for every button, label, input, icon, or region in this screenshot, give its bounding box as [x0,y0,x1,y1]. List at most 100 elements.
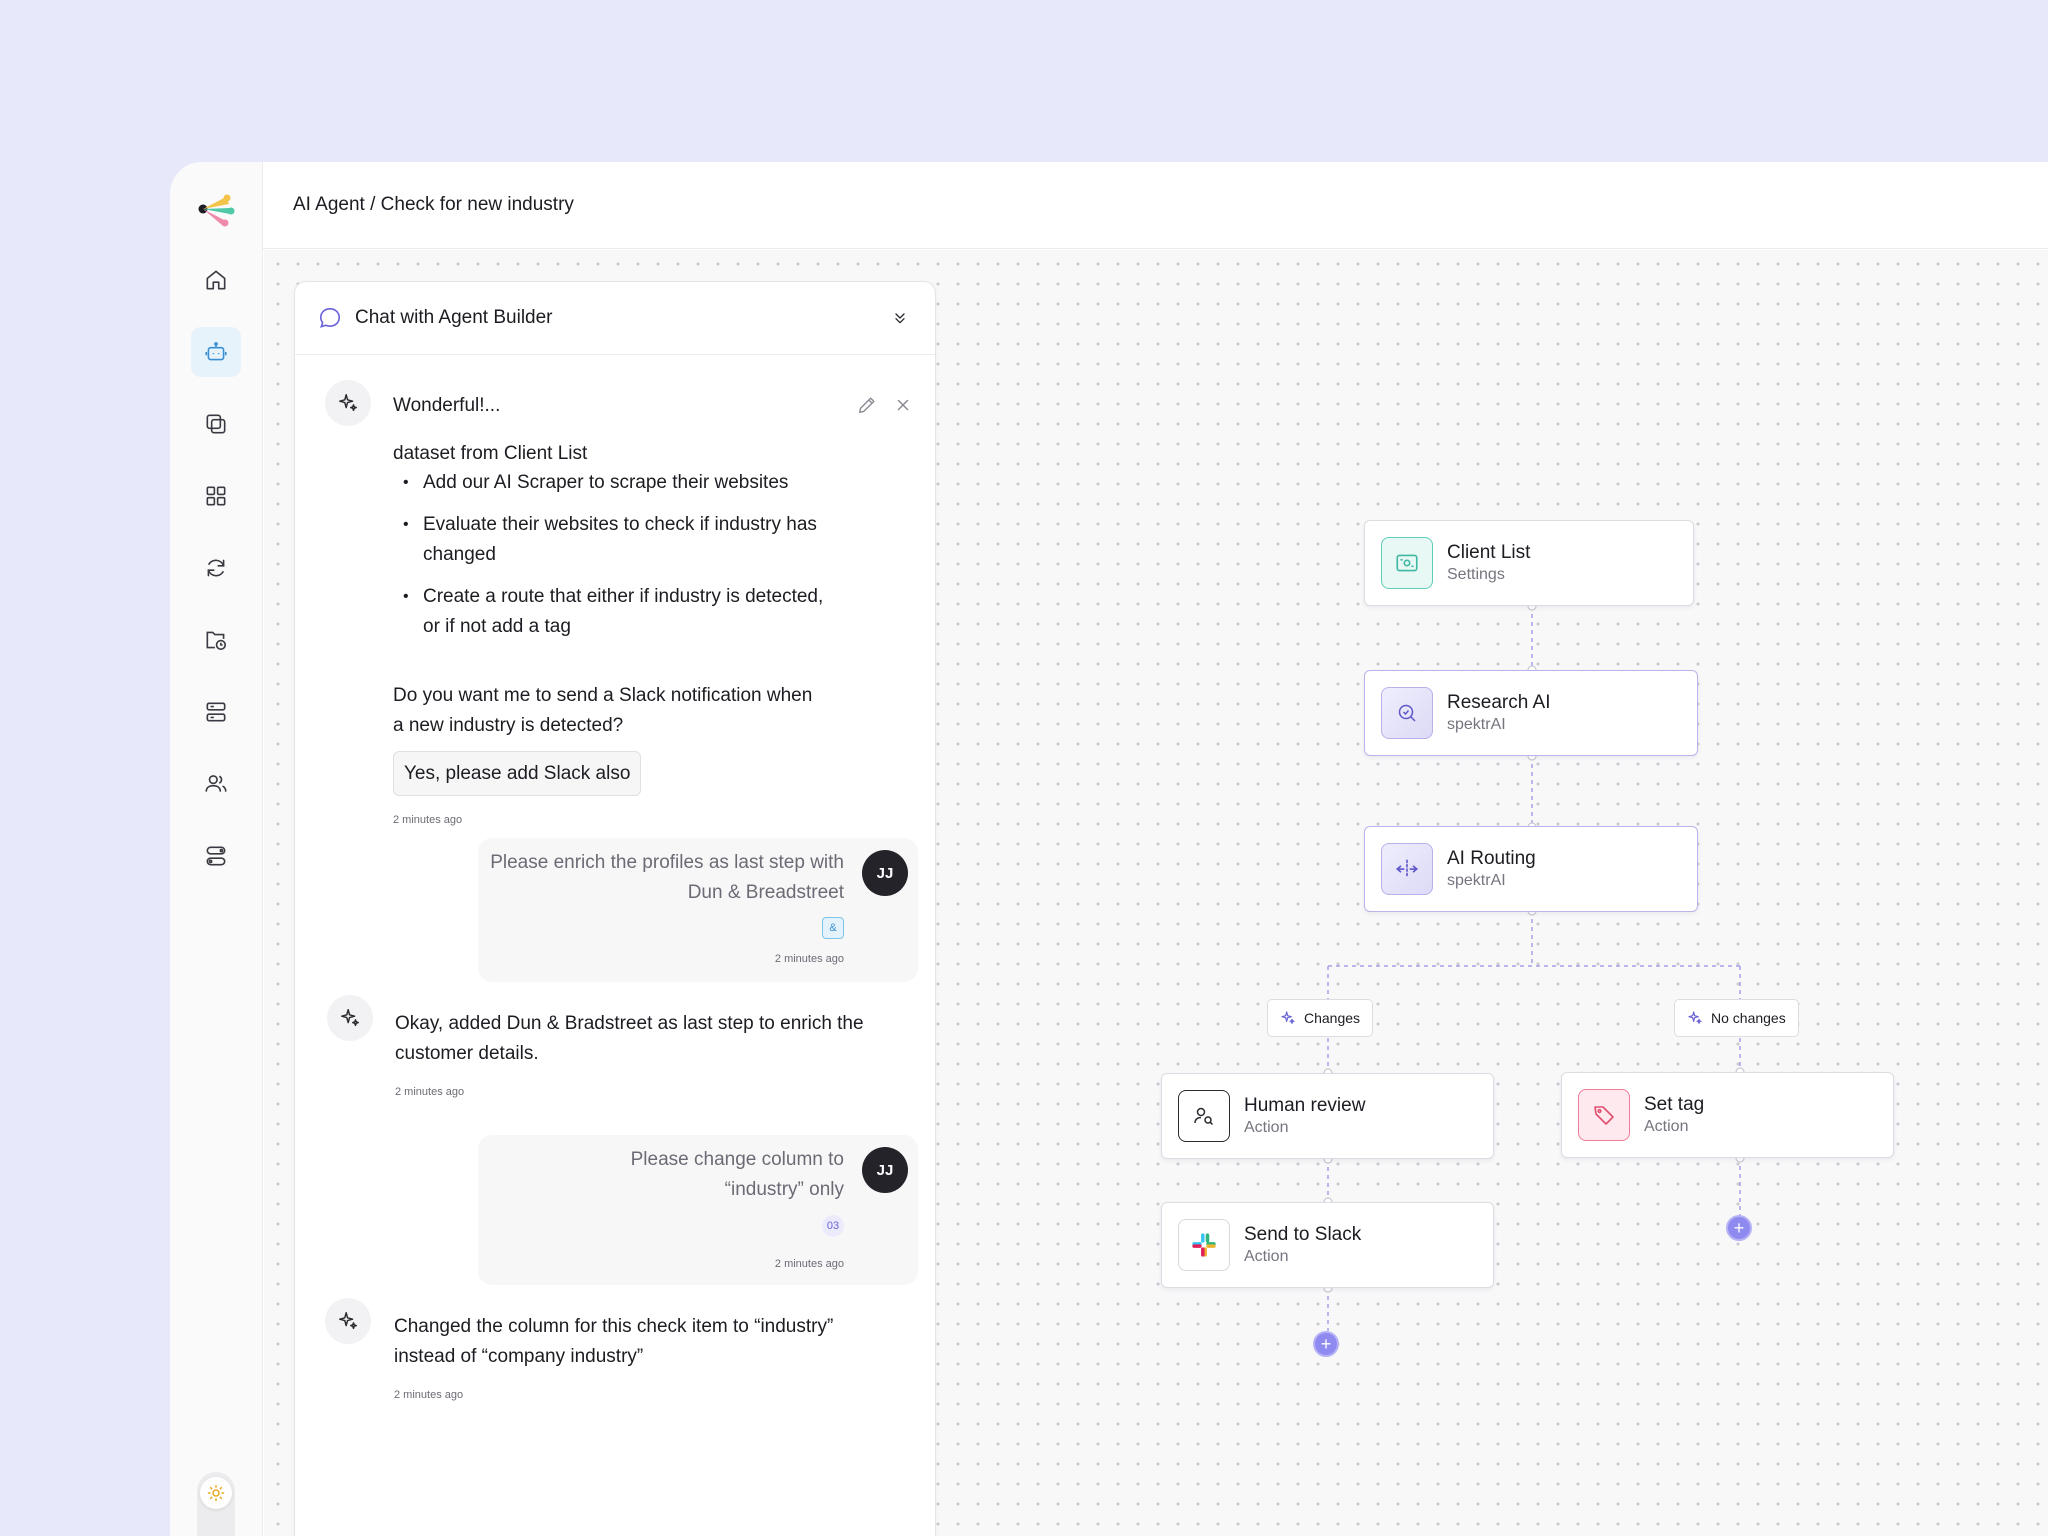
branch-no-changes[interactable]: No changes [1674,999,1799,1037]
users-icon [205,775,227,792]
node-human-review[interactable]: Human review Action [1161,1073,1494,1159]
topbar: AI Agent / Check for new industry [263,162,2048,249]
collapse-button[interactable] [887,305,913,331]
node-send-to-slack[interactable]: Send to Slack Action [1161,1202,1494,1288]
pencil-icon [858,397,875,414]
bullet-item: Add our AI Scraper to scrape their websi… [393,468,833,498]
home-icon [206,270,226,290]
node-subtitle: Action [1244,1248,1289,1265]
nav-routes[interactable] [191,831,241,881]
edit-button[interactable] [855,393,879,417]
node-icon-box [1381,537,1433,589]
branch-label: Changes [1304,1010,1361,1026]
message-text: Okay, added Dun & Bradstreet as last ste… [395,1013,864,1064]
attachment-badge[interactable]: 03 [822,1215,844,1237]
timestamp: 2 minutes ago [774,1258,844,1270]
node-ai-routing[interactable]: AI Routing spektrAI [1364,826,1698,912]
close-button[interactable] [891,393,915,417]
sparkle-icon [341,1009,359,1027]
node-icon-box [1578,1089,1630,1141]
grid-icon [206,486,226,506]
node-subtitle: Action [1244,1119,1289,1136]
bullet-item: Create a route that either if industry i… [393,582,833,642]
user-message-text: Please enrich the profiles as last step … [490,852,844,903]
nav-home[interactable] [191,255,241,305]
bot-avatar [327,995,373,1041]
sparkle-icon [1688,1011,1702,1024]
message-text: Changed the column for this check item t… [394,1316,834,1367]
node-icon-box [1381,687,1433,739]
chat-title: Chat with Agent Builder [355,307,553,328]
user-message-bubble: Please change column to “industry” only … [478,1135,918,1285]
routes-icon [206,846,226,866]
logo [198,194,235,227]
bot-avatar [325,380,371,426]
node-icon-box [1178,1090,1230,1142]
node-subtitle: spektrAI [1447,872,1506,889]
bullet-item: Evaluate their websites to check if indu… [393,510,833,570]
message-bullet-list: Add our AI Scraper to scrape their websi… [393,468,833,654]
database-icon [206,702,226,722]
sidebar [170,162,263,1536]
sparkle-icon [339,1312,357,1330]
nav-users[interactable] [191,759,241,809]
add-step-button-left[interactable]: + [1313,1331,1339,1357]
theme-toggle[interactable] [197,1472,235,1536]
timestamp: 2 minutes ago [774,953,844,965]
node-subtitle: spektrAI [1447,716,1506,733]
node-research-ai[interactable]: Research AI spektrAI [1364,670,1698,756]
node-subtitle: Settings [1447,566,1505,583]
timestamp: 2 minutes ago [393,814,463,826]
user-avatar[interactable]: JJ [862,850,908,896]
add-step-button-right[interactable]: + [1726,1215,1752,1241]
chat-panel: Chat with Agent Builder Wonderful!... da… [294,281,936,1536]
slack-icon [1192,1233,1216,1257]
sparkle-icon [1281,1011,1295,1024]
branch-label: No changes [1711,1010,1786,1026]
node-title: Client List [1447,542,1531,563]
copy-icon [206,414,226,434]
chat-header: Chat with Agent Builder [295,282,935,355]
node-title: Research AI [1447,692,1551,713]
chevrons-down-icon [895,313,905,324]
user-message-bubble: Please enrich the profiles as last step … [478,838,918,982]
refresh-icon [207,559,225,577]
theme-knob [200,1477,232,1509]
node-icon-box [1381,843,1433,895]
timestamp: 2 minutes ago [395,1086,465,1098]
breadcrumb[interactable]: AI Agent / Check for new industry [293,194,574,216]
attachment-badge[interactable]: & [822,917,844,939]
user-avatar[interactable]: JJ [862,1147,908,1193]
nav-grid[interactable] [191,471,241,521]
settings-icon [1396,554,1418,572]
routing-icon [1395,859,1419,879]
nav-refresh[interactable] [191,543,241,593]
close-icon [897,399,909,411]
message-title: Wonderful!... [393,395,501,416]
nav-database[interactable] [191,687,241,737]
bot-avatar [325,1298,371,1344]
timestamp: 2 minutes ago [394,1389,464,1401]
node-title: Human review [1244,1095,1366,1116]
nav-copy[interactable] [191,399,241,449]
nav-agents[interactable] [191,327,241,377]
node-client-list[interactable]: Client List Settings [1364,520,1694,606]
message-intro: dataset from Client List [393,443,588,464]
folder-clock-icon [206,631,227,651]
branch-changes[interactable]: Changes [1267,999,1374,1037]
user-message-text: Please change column to “industry” only [630,1149,844,1200]
node-title: Send to Slack [1244,1224,1362,1245]
quick-reply-button[interactable]: Yes, please add Slack also [393,751,642,796]
user-search-icon [1194,1107,1214,1126]
node-title: AI Routing [1447,848,1536,869]
node-subtitle: Action [1644,1118,1689,1135]
node-set-tag[interactable]: Set tag Action [1561,1072,1894,1158]
node-title: Set tag [1644,1094,1705,1115]
research-icon [1398,704,1416,722]
sun-icon [207,1484,225,1502]
agent-icon [205,341,227,361]
nav-folder-history[interactable] [191,615,241,665]
sparkle-icon [339,394,357,412]
message-question: Do you want me to send a Slack notificat… [393,685,813,736]
node-icon-box [1178,1219,1230,1271]
